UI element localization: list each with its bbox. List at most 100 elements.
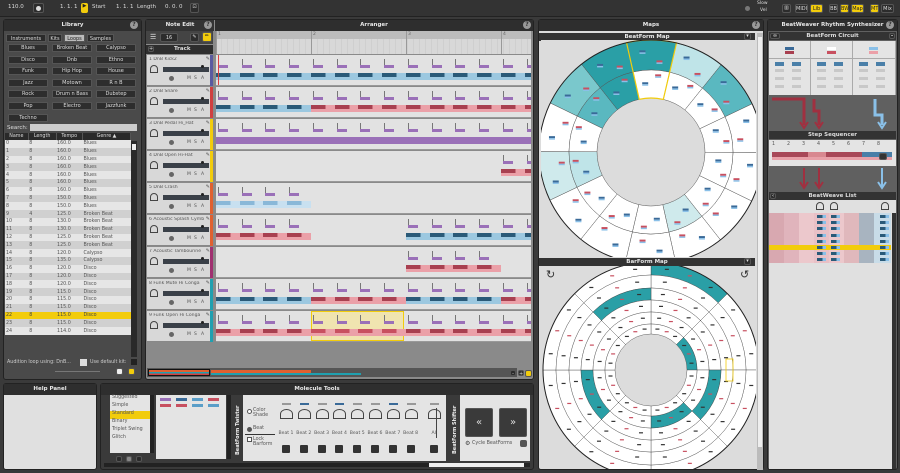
- step-number[interactable]: 5: [832, 142, 835, 147]
- zoom-out-button[interactable]: -: [510, 370, 516, 377]
- table-row[interactable]: 4 8 160.0 Blues: [5, 171, 131, 179]
- note-block[interactable]: [265, 193, 276, 196]
- beatform-circuit[interactable]: [769, 41, 896, 95]
- note-block[interactable]: [289, 193, 300, 196]
- circuit-slot[interactable]: [792, 77, 801, 80]
- track-a-button[interactable]: A: [201, 108, 204, 113]
- track-name[interactable]: 4 DnB Open Hi-Hat: [149, 153, 205, 158]
- metronome-button[interactable]: [33, 3, 44, 13]
- shift-right-button[interactable]: »: [499, 408, 527, 437]
- circuit-slot[interactable]: [876, 85, 885, 88]
- step-sequencer[interactable]: 1 2 3 4 5 6 7 8: [769, 140, 896, 166]
- track-header-8[interactable]: 8 Funk Mute Hi Conga ✎ M S A: [147, 279, 213, 310]
- help-icon[interactable]: ?: [130, 21, 138, 29]
- note-block[interactable]: [289, 97, 300, 100]
- drum-icon[interactable]: [880, 215, 889, 218]
- lock-barform-checkbox[interactable]: [247, 437, 252, 442]
- track-header-3[interactable]: 3 DnB Pedal Hi_Hat ✎ M S A: [147, 119, 213, 150]
- track-name[interactable]: 1 DnB Kick2: [149, 57, 205, 62]
- step-number[interactable]: 2: [787, 142, 790, 147]
- note-block[interactable]: [503, 65, 513, 68]
- beatform-map[interactable]: [541, 40, 756, 257]
- track-m-button[interactable]: M: [187, 172, 191, 177]
- note-block[interactable]: [360, 321, 371, 324]
- note-block[interactable]: [289, 129, 300, 132]
- record-icon[interactable]: [169, 332, 174, 337]
- beatform-sector[interactable]: [626, 231, 676, 257]
- note-block[interactable]: [384, 129, 395, 132]
- window-button[interactable]: [116, 368, 123, 375]
- track-s-button[interactable]: S: [194, 172, 197, 177]
- track-m-button[interactable]: M: [187, 204, 191, 209]
- genre-button-house[interactable]: House: [96, 67, 136, 76]
- note-block[interactable]: [218, 65, 228, 68]
- genre-button-funk[interactable]: Funk: [8, 67, 48, 76]
- track-lane-1[interactable]: [216, 55, 531, 86]
- circuit-slot[interactable]: [859, 69, 868, 72]
- note-block[interactable]: [479, 289, 490, 292]
- step-number[interactable]: 1: [772, 142, 775, 147]
- tab-loops[interactable]: Loops: [64, 34, 85, 42]
- drum-icon[interactable]: [880, 246, 889, 249]
- beat-knob[interactable]: [386, 409, 400, 419]
- drum-icon[interactable]: [880, 258, 889, 262]
- note-block[interactable]: [241, 193, 252, 196]
- help-icon[interactable]: ?: [204, 21, 212, 29]
- table-row[interactable]: 20 8 115.0 Disco: [5, 295, 131, 304]
- table-row[interactable]: 16 8 120.0 Disco: [5, 264, 131, 273]
- note-block[interactable]: [265, 225, 276, 228]
- table-row[interactable]: 2 8 160.0 Blues: [5, 155, 131, 164]
- zoom-in-button[interactable]: +: [518, 370, 524, 377]
- track-m-button[interactable]: M: [187, 332, 191, 337]
- table-row[interactable]: 17 8 120.0 Disco: [5, 272, 131, 281]
- beat-knob[interactable]: [404, 409, 418, 419]
- note-block[interactable]: [336, 129, 347, 132]
- layout-button[interactable]: ▥: [782, 4, 791, 13]
- note-block[interactable]: [526, 97, 531, 100]
- volume-knob[interactable]: [150, 289, 158, 297]
- note-block[interactable]: [360, 129, 371, 132]
- preview-scrollbar[interactable]: [227, 395, 231, 459]
- arranger-ruler[interactable]: 1 2 3 4: [216, 31, 531, 54]
- maps-scrollbar[interactable]: [757, 33, 763, 470]
- track-s-button[interactable]: S: [194, 332, 197, 337]
- circuit-slot[interactable]: [792, 85, 801, 88]
- beat-knob[interactable]: [351, 409, 365, 419]
- volume-slider[interactable]: [55, 371, 100, 372]
- shift-left-button[interactable]: «: [465, 408, 493, 437]
- table-row[interactable]: 6 8 160.0 Blues: [5, 186, 131, 195]
- slider-handle[interactable]: [201, 97, 204, 100]
- volume-knob[interactable]: [150, 161, 158, 169]
- track-lane-3[interactable]: [216, 119, 531, 150]
- track-m-button[interactable]: M: [187, 76, 191, 81]
- note-block[interactable]: [313, 97, 323, 100]
- tempo-value[interactable]: 110.0: [8, 4, 24, 10]
- note-block[interactable]: [503, 225, 513, 228]
- note-block[interactable]: [408, 129, 418, 132]
- record-icon[interactable]: [169, 172, 174, 177]
- genre-button-r-n-b[interactable]: R n B: [96, 78, 136, 87]
- circuit-slot[interactable]: [876, 69, 885, 72]
- preset-item[interactable]: Simple: [110, 403, 150, 411]
- note-block[interactable]: [241, 97, 252, 100]
- step-number[interactable]: 6: [847, 142, 850, 147]
- scroll-thumb[interactable]: [132, 144, 136, 150]
- drum-icon[interactable]: [817, 215, 826, 218]
- table-row[interactable]: 14 8 120.0 Calypso: [5, 249, 131, 257]
- table-scrollbar[interactable]: [131, 141, 137, 357]
- record-icon[interactable]: [169, 268, 174, 273]
- preset-add-button[interactable]: [116, 456, 122, 462]
- genre-button-drum-n-bass[interactable]: Drum n Bass: [52, 90, 92, 99]
- knob-reset-button[interactable]: [430, 445, 439, 453]
- genre-button-jazz[interactable]: Jazz: [8, 78, 48, 87]
- track-s-button[interactable]: S: [194, 108, 197, 113]
- slider-handle[interactable]: [201, 161, 204, 164]
- length-position[interactable]: 1. 1. 1: [116, 4, 134, 10]
- track-s-button[interactable]: S: [194, 268, 197, 273]
- default-kit-checkbox[interactable]: [80, 359, 87, 366]
- molecule-icon[interactable]: [208, 404, 219, 407]
- track-name[interactable]: 2 DnB Snare: [149, 89, 205, 94]
- track-s-button[interactable]: S: [194, 140, 197, 145]
- note-block[interactable]: [526, 129, 531, 132]
- track-lane-5[interactable]: [216, 183, 531, 214]
